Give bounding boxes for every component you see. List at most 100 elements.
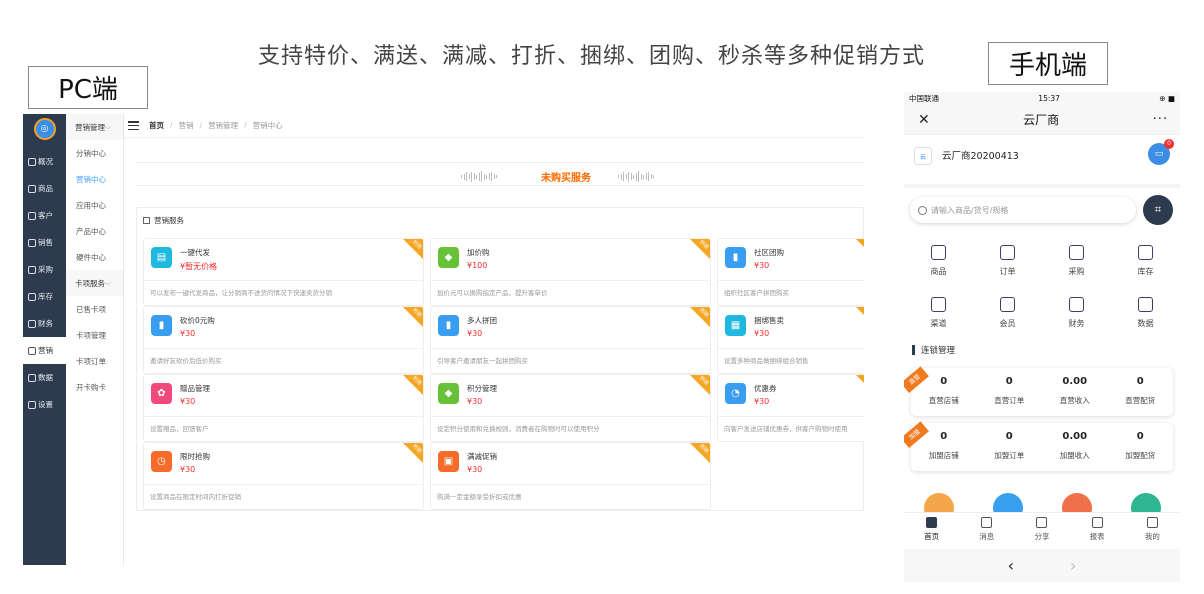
service-card[interactable]: ▮ 多人拼团 ¥30 热销 引导客户邀请朋友一起拼团购买: [430, 306, 711, 374]
sub-group-header[interactable]: 卡项服务 ⌵: [66, 270, 123, 296]
stat-item[interactable]: 0 直营订单: [977, 376, 1043, 406]
stat-item[interactable]: 0 加盟店铺: [911, 431, 977, 461]
quick-icon-label: 订单: [999, 267, 1016, 276]
quick-icon-item[interactable]: 库存: [1111, 242, 1180, 294]
nav-bar: ✕ 云厂商 ···: [904, 105, 1180, 135]
sub-item[interactable]: 已售卡项: [66, 296, 123, 322]
scan-button[interactable]: ⌗: [1143, 195, 1173, 225]
hot-ribbon: [856, 239, 864, 259]
menu-toggle-icon[interactable]: [128, 121, 139, 130]
stat-value: 0: [1136, 431, 1144, 442]
nav-item[interactable]: 财务: [23, 310, 66, 337]
stat-item[interactable]: 0.00 直营收入: [1042, 376, 1108, 406]
tab-item[interactable]: 分享: [1014, 513, 1069, 546]
service-desc: 组织社区客户拼团购买: [724, 289, 789, 297]
message-button[interactable]: ▭ 0: [1148, 139, 1174, 165]
breadcrumb-item[interactable]: 营销管理: [208, 121, 238, 130]
back-icon[interactable]: ‹: [1008, 556, 1014, 575]
quick-icon-item[interactable]: 会员: [973, 294, 1042, 346]
search-input[interactable]: 请输入商品/货号/规格: [910, 197, 1136, 223]
grid-icon: [143, 216, 150, 224]
stat-value: 0: [940, 376, 948, 387]
close-icon[interactable]: ✕: [918, 112, 930, 128]
sub-item[interactable]: 卡项订单: [66, 348, 123, 374]
service-card[interactable]: ▣ 满减促销 ¥30 热销 购满一定金额享受折扣或优惠: [430, 442, 711, 510]
breadcrumb-item[interactable]: 营销中心: [253, 121, 283, 130]
service-card[interactable]: ▤ 一键代发 ¥暂无价格 热销 可以发布一键代发商品，让分销商不进货的情况下快速卖货分销: [143, 238, 424, 306]
wave-bar: [648, 172, 649, 181]
service-card-top: ◆ 加价购 ¥100 热销: [431, 239, 710, 281]
order-icon: [1000, 245, 1015, 260]
breadcrumb-separator: /: [244, 121, 247, 130]
nav-item[interactable]: 销售: [23, 229, 66, 256]
nav-item[interactable]: 采购: [23, 256, 66, 283]
service-card[interactable]: ◆ 积分管理 ¥30 热销 设定积分使用和兑换规则，消费者在购物时可以使用积分: [430, 374, 711, 442]
sub-item[interactable]: 分销中心: [66, 140, 123, 166]
message-icon: [981, 517, 993, 528]
message-badge: 0: [1164, 139, 1174, 149]
quick-icon-item[interactable]: 财务: [1042, 294, 1111, 346]
wave-bar: [633, 174, 634, 179]
shop-name[interactable]: 云厂商20200413: [942, 148, 1019, 162]
nav-item[interactable]: 客户: [23, 202, 66, 229]
tab-item[interactable]: 消息: [959, 513, 1014, 546]
nav-item[interactable]: 库存: [23, 283, 66, 310]
data-icon: [1138, 297, 1153, 312]
service-desc: 邀请好友砍价后低价购买: [150, 357, 222, 365]
sub-item[interactable]: 应用中心: [66, 192, 123, 218]
stat-item[interactable]: 0.00 加盟收入: [1042, 431, 1108, 461]
nav-item[interactable]: 概况: [23, 148, 66, 175]
service-name: 赠品管理: [180, 384, 210, 393]
services-header: 营销服务: [137, 208, 863, 232]
quick-icon-item[interactable]: 渠道: [904, 294, 973, 346]
mobile-screenshot: 中国联通 15:37 ⊕ ■ ✕ 云厂商 ··· 云 云厂商20200413 ▭…: [904, 92, 1180, 582]
service-card[interactable]: ◷ 限时抢购 ¥30 热销 设置商品在限定时间内打折促销: [143, 442, 424, 510]
quick-icon-item[interactable]: 商品: [904, 242, 973, 294]
tab-item[interactable]: 我的: [1125, 513, 1180, 546]
service-card[interactable]: ▮ 砍价0元购 ¥30 热销邀请好友砍价后低价购买: [143, 306, 424, 374]
sub-group-header[interactable]: 营销管理 ⌵: [66, 114, 123, 140]
tab-item[interactable]: 首页: [904, 513, 959, 546]
service-card[interactable]: ▦捆绑售卖¥30热销设置多种商品做捆绑组合销售: [717, 306, 864, 374]
sub-item[interactable]: 硬件中心: [66, 244, 123, 270]
stat-item[interactable]: 0 直营店铺: [911, 376, 977, 406]
nav-item[interactable]: 设置: [23, 391, 66, 418]
forward-icon[interactable]: ›: [1070, 556, 1076, 575]
chain-title-text: 连锁管理: [921, 346, 956, 356]
stat-value: 0: [940, 431, 948, 442]
service-name: 积分管理: [467, 384, 497, 393]
sub-item[interactable]: 卡项管理: [66, 322, 123, 348]
nav-item[interactable]: 营销: [23, 337, 66, 364]
stat-label: 直营收入: [1059, 396, 1090, 405]
service-card-top: ▮ 多人拼团 ¥30 热销: [431, 307, 710, 349]
breadcrumb-item[interactable]: 营销: [179, 121, 194, 130]
service-card[interactable]: ◆ 加价购 ¥100 热销 加价元可以换购指定产品，提升客单价: [430, 238, 711, 306]
quick-icon-item[interactable]: 采购: [1042, 242, 1111, 294]
service-card[interactable]: ◔优惠券¥30热销向客户发送店铺优惠券，供客户购物时使用: [717, 374, 864, 442]
tab-item[interactable]: 报表: [1070, 513, 1125, 546]
more-icon[interactable]: ···: [1153, 112, 1168, 127]
quick-icon-label: 采购: [1068, 267, 1085, 276]
stat-value: 0.00: [1062, 376, 1088, 387]
direct-stats-card[interactable]: 直营 0 直营店铺 0 直营订单 0.00 直营收入 0 直营配货: [904, 366, 1174, 416]
sub-item[interactable]: 营销中心: [66, 166, 123, 192]
wave-bar: [476, 174, 477, 179]
quick-icon-item[interactable]: 订单: [973, 242, 1042, 294]
franchise-stats-card[interactable]: 加盟 0 加盟店铺 0 加盟订单 0.00 加盟收入 0 加盟配货: [904, 421, 1174, 471]
nav-item[interactable]: 商品: [23, 175, 66, 202]
services-grid: ▤ 一键代发 ¥暂无价格 热销 可以发布一键代发商品，让分销商不进货的情况下快速卖货分销…: [143, 238, 864, 510]
service-card-top: ▮ 砍价0元购 ¥30 热销: [144, 307, 423, 349]
breadcrumb-item[interactable]: 首页: [149, 121, 164, 130]
stat-item[interactable]: 0 直营配货: [1108, 376, 1174, 406]
sub-item[interactable]: 开卡购卡: [66, 374, 123, 400]
finance-icon: [28, 319, 36, 328]
service-price: ¥30: [754, 329, 770, 338]
nav-item[interactable]: 数据: [23, 364, 66, 391]
bar-chart-icon: ▮: [151, 315, 172, 336]
sub-item[interactable]: 产品中心: [66, 218, 123, 244]
service-card[interactable]: ✿ 赠品管理 ¥30 热销 设置赠品，回馈客户: [143, 374, 424, 442]
service-card[interactable]: ▮社区团购¥30热销组织社区客户拼团购买: [717, 238, 864, 306]
stat-item[interactable]: 0 加盟配货: [1108, 431, 1174, 461]
quick-icon-item[interactable]: 数据: [1111, 294, 1180, 346]
stat-item[interactable]: 0 加盟订单: [977, 431, 1043, 461]
